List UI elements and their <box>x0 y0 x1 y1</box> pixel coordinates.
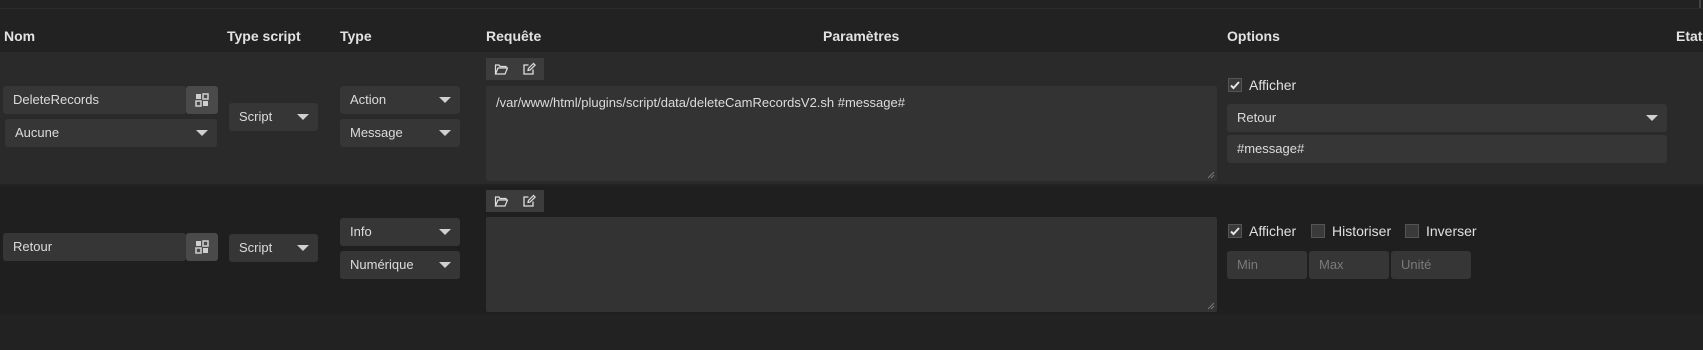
type-select[interactable]: Action <box>340 86 460 114</box>
name-input[interactable]: Retour <box>3 233 186 261</box>
gear-grid-icon <box>195 240 209 254</box>
header-nom: Nom <box>4 28 36 44</box>
top-bar <box>0 0 1703 9</box>
chevron-down-icon <box>439 130 451 136</box>
gear-grid-icon <box>195 93 209 107</box>
header-type-script: Type script <box>227 28 301 44</box>
afficher-option[interactable]: Afficher <box>1228 77 1296 93</box>
chevron-down-icon <box>1646 115 1658 121</box>
historiser-option[interactable]: Historiser <box>1311 223 1391 239</box>
folder-open-icon <box>494 196 508 207</box>
max-input[interactable]: Max <box>1309 251 1389 279</box>
open-button[interactable] <box>487 190 515 212</box>
checkmark-icon <box>1230 227 1240 236</box>
request-textarea[interactable]: /var/www/html/plugins/script/data/delete… <box>486 86 1217 181</box>
inverser-label: Inverser <box>1426 223 1477 239</box>
config-button[interactable] <box>186 233 218 261</box>
message-input[interactable]: #message# <box>1227 135 1667 163</box>
inverser-checkbox[interactable] <box>1405 224 1419 238</box>
type-script-value: Script <box>239 109 273 124</box>
type-script-select[interactable]: Script <box>229 234 318 262</box>
header-requete: Requête <box>486 28 542 44</box>
historiser-checkbox[interactable] <box>1311 224 1325 238</box>
return-select[interactable]: Retour <box>1227 104 1667 132</box>
chevron-down-icon <box>439 97 451 103</box>
unite-input[interactable]: Unité <box>1391 251 1471 279</box>
type-value: Action <box>350 92 387 107</box>
sub-select-value: Aucune <box>15 125 60 140</box>
type-value: Info <box>350 224 372 239</box>
inverser-option[interactable]: Inverser <box>1405 223 1477 239</box>
subtype-value: Numérique <box>350 257 414 272</box>
edit-button[interactable] <box>515 58 543 80</box>
subtype-select[interactable]: Message <box>340 119 460 147</box>
request-toolbar <box>486 190 544 212</box>
min-input[interactable]: Min <box>1227 251 1307 279</box>
sub-select[interactable]: Aucune <box>5 119 217 147</box>
header-parametres: Paramètres <box>823 28 900 44</box>
type-script-value: Script <box>239 240 273 255</box>
resize-grip-icon[interactable] <box>1207 302 1215 310</box>
chevron-down-icon <box>196 130 208 136</box>
checkmark-icon <box>1230 81 1240 90</box>
edit-button[interactable] <box>515 190 543 212</box>
chevron-down-icon <box>439 229 451 235</box>
edit-icon <box>523 194 536 207</box>
resize-grip-icon[interactable] <box>1207 171 1215 179</box>
request-toolbar <box>486 58 544 80</box>
afficher-label: Afficher <box>1249 223 1297 239</box>
folder-open-icon <box>494 64 508 75</box>
header-options: Options <box>1227 28 1280 44</box>
edit-icon <box>523 62 536 75</box>
subtype-select[interactable]: Numérique <box>340 251 460 279</box>
open-button[interactable] <box>487 58 515 80</box>
afficher-option[interactable]: Afficher <box>1228 223 1296 239</box>
header-type: Type <box>340 28 372 44</box>
request-text: /var/www/html/plugins/script/data/delete… <box>496 95 905 110</box>
historiser-label: Historiser <box>1332 223 1392 239</box>
afficher-label: Afficher <box>1249 77 1297 93</box>
scrollbar-mark[interactable] <box>1699 0 1701 8</box>
type-script-select[interactable]: Script <box>229 103 318 131</box>
afficher-checkbox[interactable] <box>1228 224 1242 238</box>
chevron-down-icon <box>297 245 309 251</box>
header-etat: Etat <box>1676 28 1703 44</box>
request-textarea[interactable] <box>486 217 1217 312</box>
return-select-value: Retour <box>1237 110 1277 125</box>
config-button[interactable] <box>186 86 218 114</box>
type-select[interactable]: Info <box>340 218 460 246</box>
name-input[interactable]: DeleteRecords <box>3 86 186 114</box>
afficher-checkbox[interactable] <box>1228 78 1242 92</box>
chevron-down-icon <box>439 262 451 268</box>
subtype-value: Message <box>350 125 403 140</box>
chevron-down-icon <box>297 114 309 120</box>
